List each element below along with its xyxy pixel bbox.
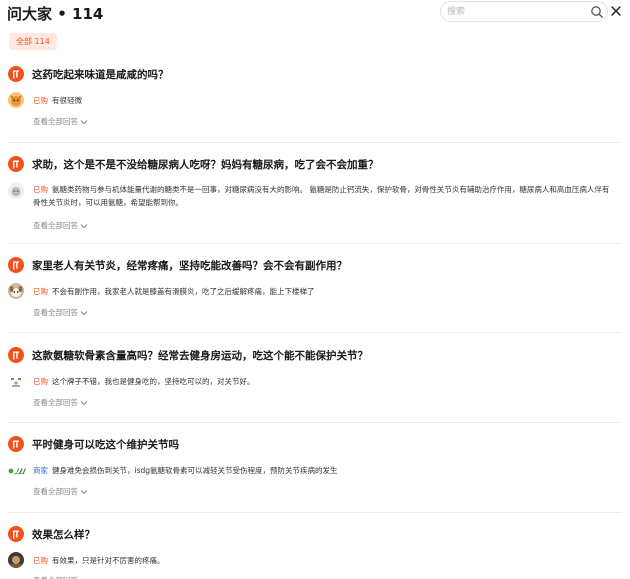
search-input[interactable]: [447, 4, 582, 19]
smiley-avatar: [8, 373, 24, 389]
answer-text: 氨糖类药物与参与机体能量代谢的糖类不是一回事，对糖尿病没有大的影响。 氨糖是防止…: [33, 185, 610, 207]
view-all-label: 查看全部回答: [33, 117, 78, 126]
question-text[interactable]: 求助，这个是不是不没给糖尿病人吃呀？妈妈有糖尿病，吃了会不会加重？: [32, 157, 379, 172]
question-text[interactable]: 家里老人有关节炎，经常疼痛，坚持吃能改善吗？会不会有副作用？: [32, 258, 347, 273]
question-mark-icon: [8, 526, 24, 542]
view-all-label: 查看全部回答: [33, 221, 78, 230]
question-mark-icon: [8, 347, 24, 363]
chevron-down-icon: [80, 311, 88, 316]
purchased-badge: 已购: [33, 556, 48, 565]
photo-avatar: [8, 552, 24, 568]
divider: [8, 243, 622, 244]
view-all-answers-link[interactable]: 查看全部回答: [33, 220, 88, 231]
question-text[interactable]: 效果怎么样？: [32, 527, 95, 542]
answer-line: 已购 有效果，只是针对不厉害的疼痛。: [33, 554, 613, 567]
view-all-answers-link[interactable]: 查看全部回答: [33, 486, 88, 497]
answer-text: 有很轻微: [52, 96, 82, 105]
view-all-answers-link[interactable]: 查看全部回答: [33, 307, 88, 318]
purchased-badge: 已购: [33, 96, 48, 105]
header: 问大家 • 114: [0, 0, 630, 26]
divider: [8, 512, 622, 513]
view-all-label: 查看全部回答: [33, 308, 78, 317]
answer-text: 有效果，只是针对不厉害的疼痛。: [52, 556, 165, 565]
puppy-avatar: [8, 283, 24, 299]
chevron-down-icon: [80, 490, 88, 495]
question-mark-icon: [8, 156, 24, 172]
page-title: 问大家 • 114: [7, 5, 104, 23]
question-mark-icon: [8, 66, 24, 82]
view-all-answers-link[interactable]: 查看全部回答: [33, 116, 88, 127]
divider: [8, 422, 622, 423]
answer-line: 商家 健身难免会损伤到关节，isdg氨糖软骨素可以减轻关节受伤程度，预防关节疾病的…: [33, 464, 613, 477]
question-text[interactable]: 平时健身可以吃这个维护关节吗: [32, 437, 179, 452]
answer-text: 这个牌子不错，我也是健身吃的，坚持吃可以的，对关节好。: [52, 377, 255, 386]
answer-line: 已购 氨糖类药物与参与机体能量代谢的糖类不是一回事，对糖尿病没有大的影响。 氨糖是…: [33, 183, 613, 209]
answer-line: 已购 不会有副作用，我家老人就是膝盖有滑膜炎，吃了之后缓解疼痛，能上下楼梯了: [33, 285, 613, 298]
view-all-answers-link[interactable]: 查看全部回答: [33, 575, 88, 579]
divider: [8, 142, 622, 143]
purchased-badge: 已购: [33, 185, 48, 194]
answer-line: 已购 有很轻微: [33, 94, 613, 107]
cartoon-fox-avatar: [8, 92, 24, 108]
close-icon[interactable]: [609, 4, 623, 18]
chevron-down-icon: [80, 401, 88, 406]
question-text[interactable]: 这药吃起来味道是咸咸的吗？: [32, 67, 169, 82]
brand-logo-avatar: [8, 463, 30, 479]
answer-line: 已购 这个牌子不错，我也是健身吃的，坚持吃可以的，对关节好。: [33, 375, 613, 388]
gray-cartoon-avatar: [8, 183, 24, 199]
merchant-badge: 商家: [33, 466, 48, 475]
search-icon[interactable]: [590, 5, 604, 19]
question-mark-icon: [8, 257, 24, 273]
answer-text: 健身难免会损伤到关节，isdg氨糖软骨素可以减轻关节受伤程度，预防关节疾病的发生: [52, 466, 338, 475]
view-all-label: 查看全部回答: [33, 487, 78, 496]
purchased-badge: 已购: [33, 377, 48, 386]
question-mark-icon: [8, 436, 24, 452]
question-text[interactable]: 这款氨糖软骨素含量高吗？经常去健身房运动，吃这个能不能保护关节？: [32, 348, 368, 363]
view-all-label: 查看全部回答: [33, 398, 78, 407]
filter-chip-all[interactable]: 全部 114: [9, 33, 57, 50]
answer-text: 不会有副作用，我家老人就是膝盖有滑膜炎，吃了之后缓解疼痛，能上下楼梯了: [52, 287, 315, 296]
chevron-down-icon: [80, 224, 88, 229]
purchased-badge: 已购: [33, 287, 48, 296]
search-box[interactable]: [440, 1, 608, 22]
chevron-down-icon: [80, 120, 88, 125]
divider: [8, 332, 622, 333]
view-all-answers-link[interactable]: 查看全部回答: [33, 397, 88, 408]
